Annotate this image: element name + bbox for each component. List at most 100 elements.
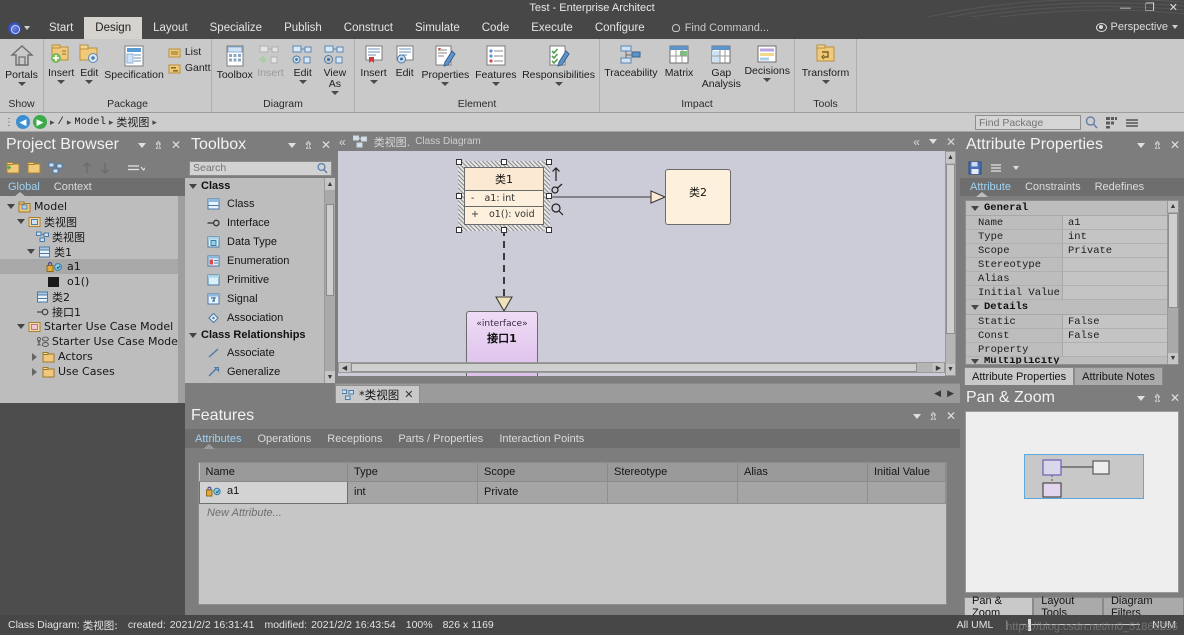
move-up-icon[interactable]	[81, 161, 93, 175]
collapse-twisty-icon[interactable]	[32, 367, 37, 376]
section-details[interactable]: Details	[966, 300, 1178, 315]
property-value[interactable]	[1063, 258, 1178, 271]
breadcrumb-item-classview[interactable]: 类视图	[116, 114, 149, 130]
properties-button[interactable]: Properties	[420, 42, 470, 86]
cell-name[interactable]: a1	[199, 481, 348, 504]
diagram-tab-classview[interactable]: *类视图 ✕	[335, 385, 421, 403]
ribbon-tab-simulate[interactable]: Simulate	[404, 17, 471, 39]
ribbon-tab-design[interactable]: Design	[84, 17, 143, 39]
scroll-down-icon[interactable]: ▼	[1168, 353, 1178, 364]
ribbon-tab-construct[interactable]: Construct	[333, 17, 404, 39]
attribute-properties-scrollbar[interactable]: ▲ ▼	[1167, 201, 1178, 364]
cell-initial-value[interactable]	[867, 481, 946, 504]
back-arrow-icon[interactable]: ◀	[16, 115, 30, 129]
diagram-element-class2[interactable]: 类2	[665, 169, 731, 225]
dock-tab-diagram-filters[interactable]: Diagram Filters	[1102, 595, 1184, 619]
property-row-initial-value[interactable]: Initial Value	[966, 286, 1178, 300]
column-header-type[interactable]: Type	[347, 463, 478, 482]
gantt-button[interactable]: Gantt	[165, 60, 214, 76]
close-icon[interactable]: ✕	[946, 409, 956, 423]
column-header-initial-value[interactable]: Initial Value	[867, 463, 946, 482]
panel-menu-icon[interactable]	[137, 142, 146, 148]
new-attribute-row[interactable]: New Attribute...	[199, 503, 946, 522]
scroll-down-icon[interactable]: ▼	[325, 371, 335, 383]
property-row-const[interactable]: Const False	[966, 329, 1178, 343]
slider-knob[interactable]	[1028, 619, 1032, 631]
dock-tab-pan-zoom[interactable]: Pan & Zoom	[964, 595, 1034, 619]
cell-type[interactable]: int	[347, 481, 478, 504]
menu-icon[interactable]	[1124, 116, 1140, 130]
toolbox-item-interface[interactable]: Interface	[185, 213, 335, 232]
collapse-twisty-icon[interactable]	[32, 352, 37, 361]
toolbox-button[interactable]: Toolbox	[215, 42, 254, 81]
tab-constraints[interactable]: Constraints	[1025, 181, 1081, 193]
tree-node-class1[interactable]: 类1	[0, 244, 185, 259]
tree-node-o1[interactable]: o1()	[0, 274, 185, 289]
collapse-left-icon[interactable]: «	[339, 135, 346, 149]
quick-tools[interactable]	[549, 163, 571, 225]
property-row-scope[interactable]: Scope Private	[966, 244, 1178, 258]
class-attribute-row[interactable]: - a1: int	[465, 191, 543, 207]
element-edit-button[interactable]: Edit	[389, 42, 420, 79]
expand-twisty-icon[interactable]	[189, 183, 197, 189]
ribbon-tab-configure[interactable]: Configure	[584, 17, 656, 39]
pin-icon[interactable]: ⇯	[1153, 392, 1162, 405]
search-icon[interactable]	[316, 162, 329, 175]
ribbon-tab-code[interactable]: Code	[471, 17, 521, 39]
expand-twisty-icon[interactable]	[16, 219, 25, 224]
property-row-name[interactable]: Name a1	[966, 216, 1178, 230]
expand-twisty-icon[interactable]	[971, 205, 979, 211]
diagram-icon[interactable]	[48, 161, 63, 175]
forward-arrow-icon[interactable]: ▶	[33, 115, 47, 129]
scrollbar-thumb[interactable]	[946, 164, 955, 334]
tree-node-classview-diagram[interactable]: 类视图	[0, 229, 185, 244]
maximize-button[interactable]: ❐	[1145, 1, 1155, 15]
scrollbar-thumb[interactable]	[351, 363, 917, 372]
window-controls[interactable]: — ❐ ✕	[1120, 1, 1178, 15]
column-header-alias[interactable]: Alias	[737, 463, 868, 482]
features-button[interactable]: Features	[471, 42, 521, 86]
tree-node-a1[interactable]: a1	[0, 259, 185, 274]
toolbox-item-class[interactable]: Class	[185, 194, 335, 213]
status-zoom-slider[interactable]: –	[1020, 619, 1141, 631]
panel-menu-icon[interactable]	[1136, 142, 1145, 148]
scroll-right-icon[interactable]: ▶	[933, 363, 944, 372]
specification-button[interactable]: Specification	[103, 42, 165, 81]
close-button[interactable]: ✕	[1169, 1, 1178, 15]
ribbon-tab-layout[interactable]: Layout	[142, 17, 199, 39]
dock-tab-attribute-notes[interactable]: Attribute Notes	[1074, 367, 1163, 385]
panel-menu-icon[interactable]	[287, 142, 296, 148]
move-down-icon[interactable]	[99, 161, 111, 175]
toolbox-item-signal[interactable]: Signal	[185, 289, 335, 308]
resize-handle-se[interactable]	[546, 227, 552, 233]
minimize-button[interactable]: —	[1120, 1, 1131, 15]
tree-node-actors[interactable]: Actors	[0, 349, 185, 364]
search-icon[interactable]	[1084, 115, 1100, 130]
package-insert-button[interactable]: Insert	[47, 42, 75, 84]
gap-analysis-button[interactable]: Gap Analysis	[699, 42, 743, 90]
new-package-icon[interactable]	[6, 161, 21, 175]
toolbox-item-compose[interactable]: Compose	[185, 381, 335, 383]
open-package-icon[interactable]	[27, 161, 42, 175]
diagram-element-class1[interactable]: 类1 - a1: int + o1(): void	[464, 167, 544, 225]
tree-node-starter-use-case-diagram[interactable]: Starter Use Case Model	[0, 334, 185, 349]
scroll-down-icon[interactable]: ▼	[946, 364, 955, 375]
property-value[interactable]: int	[1063, 230, 1178, 243]
panel-menu-icon[interactable]	[1136, 395, 1145, 401]
close-icon[interactable]: ✕	[321, 138, 331, 152]
expand-twisty-icon[interactable]	[971, 358, 979, 364]
tab-interaction-points[interactable]: Interaction Points	[499, 433, 584, 445]
attribute-properties-grid[interactable]: General Name a1 Type int Scope Private S…	[965, 200, 1179, 365]
tree-node-starter-use-case-model[interactable]: Starter Use Case Model	[0, 319, 185, 334]
tab-parts-properties[interactable]: Parts / Properties	[398, 433, 483, 445]
view-as-button[interactable]: View As	[319, 42, 351, 95]
toolbox-scrollbar[interactable]: ▲ ▼	[324, 178, 335, 383]
tree-node-class2[interactable]: 类2	[0, 289, 185, 304]
property-value[interactable]: False	[1063, 329, 1178, 342]
tree-node-use-cases[interactable]: Use Cases	[0, 364, 185, 379]
toolbox-item-association[interactable]: Association	[185, 308, 335, 327]
close-icon[interactable]: ✕	[1170, 391, 1180, 405]
toolbox-item-associate[interactable]: Associate	[185, 343, 335, 362]
resize-handle-n[interactable]	[501, 159, 507, 165]
property-row-alias[interactable]: Alias	[966, 272, 1178, 286]
